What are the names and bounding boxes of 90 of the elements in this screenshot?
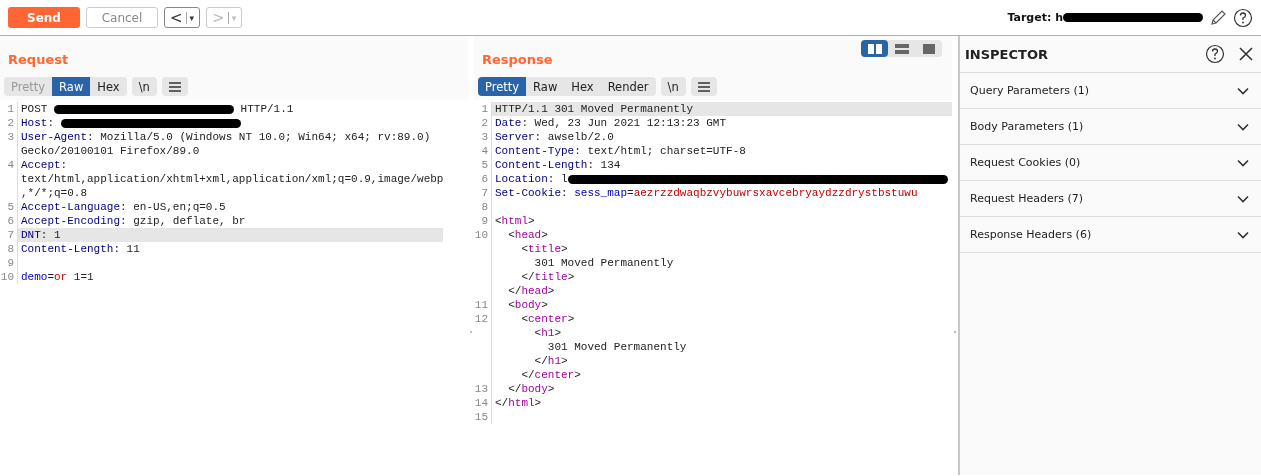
pencil-icon[interactable] — [1209, 8, 1227, 27]
line-number: 6 — [474, 172, 492, 186]
code-line: Content-Length: 11 — [20, 242, 141, 256]
chevron-icon — [1237, 86, 1249, 95]
code-line: </html> — [494, 396, 543, 410]
view-tab[interactable]: Raw — [52, 77, 91, 96]
code-line: Accept-Language: en-US,en;q=0.5 — [20, 200, 227, 214]
code-line: <head> — [507, 228, 549, 242]
code-text: POST — [21, 103, 49, 115]
chevron-icon — [1237, 230, 1249, 239]
line-number: 2 — [474, 116, 492, 130]
line-number: 9 — [0, 256, 18, 270]
line-number: 13 — [474, 382, 492, 396]
code-line: </head> — [507, 284, 556, 298]
line-number: 3 — [474, 130, 492, 144]
code-line: <center> — [520, 312, 576, 326]
view-tab[interactable]: Hex — [564, 77, 601, 96]
code-line: </title> — [520, 270, 576, 284]
code-line: demo=or 1=1 — [20, 270, 95, 284]
line-number: 2 — [0, 116, 18, 130]
inspector-section[interactable]: Request Headers (7) — [960, 181, 1261, 217]
close-icon[interactable] — [1239, 47, 1253, 61]
line-number: 15 — [474, 410, 492, 424]
help-icon[interactable] — [1233, 7, 1253, 28]
header-name: Host — [21, 117, 48, 129]
rows-icon — [894, 43, 909, 54]
back-button[interactable]: < ▾ — [164, 7, 201, 28]
menu-icon — [697, 81, 710, 92]
inspector-title: INSPECTOR — [965, 46, 1049, 62]
line-number: 4 — [474, 144, 492, 158]
code-line: Date: Wed, 23 Jun 2021 12:13:23 GMT — [494, 116, 728, 130]
inspector-section[interactable]: Body Parameters (1) — [960, 109, 1261, 145]
cancel-button[interactable]: Cancel — [86, 7, 158, 28]
code-line: 301 Moved Permanently — [546, 340, 688, 354]
code-line: Accept-Encoding: gzip, deflate, br — [20, 214, 247, 228]
code-line: </body> — [507, 382, 556, 396]
line-number: 4 — [0, 158, 18, 200]
line-number: 10 — [0, 270, 18, 284]
code-text: : — [47, 117, 55, 129]
menu-button[interactable] — [690, 77, 717, 96]
code-line: <h1> — [533, 326, 563, 340]
help-icon[interactable] — [1205, 44, 1225, 64]
chevron-icon — [1237, 122, 1249, 131]
code-line: Accept: text/html,application/xhtml+xml,application/xml;q=0.9,image/webp,*/*;q=0.8 — [20, 158, 444, 200]
code-line: Set-Cookie: sess_map=aezrzzdwaqbzvybuwrsxavcebryaydzzdrystbstuwu — [494, 186, 919, 200]
line-number: 3 — [0, 130, 18, 158]
menu-icon — [168, 81, 181, 92]
code-line: Content-Length: 134 — [494, 158, 622, 172]
view-tab[interactable]: Render — [600, 77, 656, 96]
view-tab[interactable]: Pretty — [478, 77, 527, 96]
view-tab[interactable]: Raw — [526, 77, 565, 96]
line-number: 8 — [0, 242, 18, 256]
line-number: 11 — [474, 298, 492, 312]
line-number: 5 — [474, 158, 492, 172]
line-number: 10 — [474, 228, 492, 242]
code-text: : l — [547, 173, 568, 185]
target-label: Target: h — [1007, 11, 1063, 24]
menu-button[interactable] — [161, 77, 188, 96]
view-tab[interactable]: Hex — [90, 77, 127, 96]
header-name: Location — [495, 173, 548, 185]
panel-title: Response — [481, 52, 553, 67]
line-number: 8 — [474, 200, 492, 214]
columns-icon — [867, 43, 882, 54]
code-line: Server: awselb/2.0 — [494, 130, 615, 144]
line-number: 14 — [474, 396, 492, 410]
line-number: 5 — [0, 200, 18, 214]
newline-toggle[interactable]: \n — [660, 77, 686, 96]
line-number: 12 — [474, 312, 492, 326]
inspector-section[interactable]: Request Cookies (0) — [960, 145, 1261, 181]
columns-layout-button[interactable] — [861, 40, 888, 57]
code-line: </center> — [520, 368, 582, 382]
code-line: <title> — [520, 242, 569, 256]
chevron-icon — [1237, 194, 1249, 203]
code-line: </h1> — [533, 354, 569, 368]
chevron-icon — [1237, 158, 1249, 167]
panel-title: Request — [7, 52, 70, 67]
code-text: HTTP/1.1 — [239, 103, 294, 115]
code-line: <html> — [494, 214, 536, 228]
code-line: <body> — [507, 298, 549, 312]
code-line: Content-Type: text/html; charset=UTF-8 — [494, 144, 747, 158]
line-number: 6 — [0, 214, 18, 228]
line-number: 7 — [474, 186, 492, 200]
line-number: 1 — [0, 102, 18, 116]
line-number: 9 — [474, 214, 492, 228]
inspector-section[interactable]: Response Headers (6) — [960, 217, 1261, 253]
square-icon — [921, 43, 936, 54]
code-line: 301 Moved Permanently — [533, 256, 675, 270]
newline-toggle[interactable]: \n — [131, 77, 157, 96]
code-line: User-Agent: Mozilla/5.0 (Windows NT 10.0; Win64; x64; rv:89.0) Gecko/20100101 Firefox/89.0 — [20, 130, 432, 158]
inspector-section[interactable]: Query Parameters (1) — [960, 73, 1261, 109]
